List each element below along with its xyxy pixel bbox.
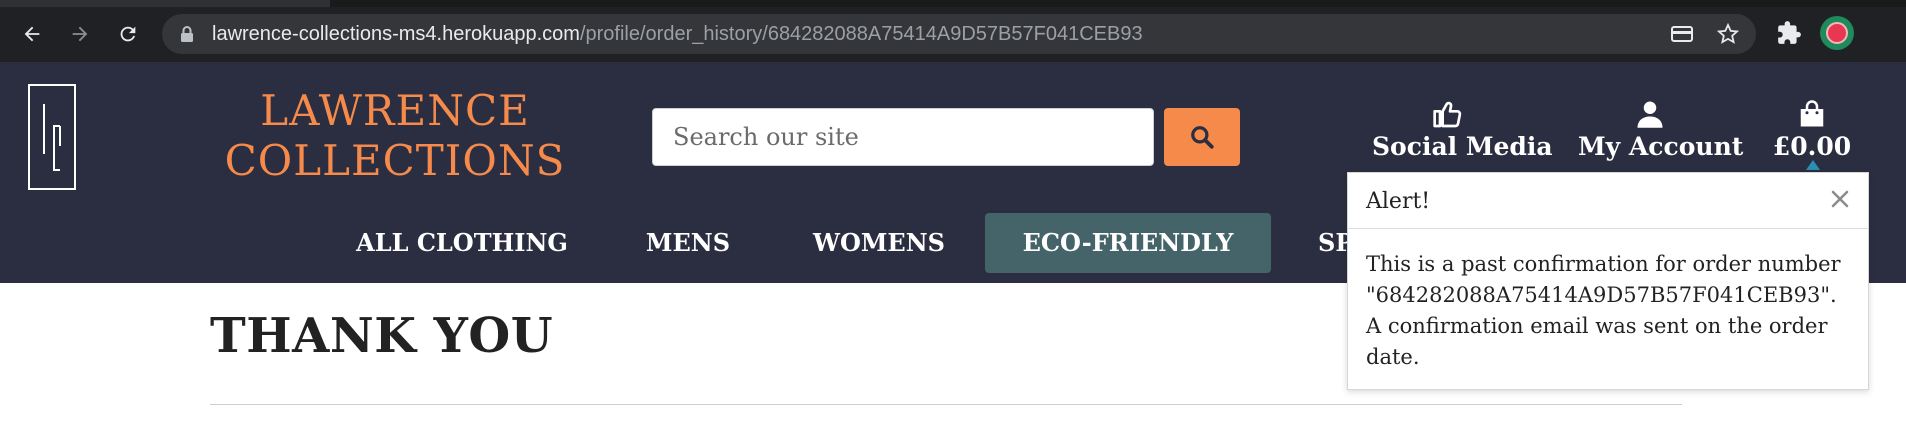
toast-title: Alert! (1366, 189, 1431, 214)
toast-message: This is a past confirmation for order nu… (1366, 252, 1841, 369)
url-host: lawrence-collections-ms4.herokuapp.com (212, 23, 580, 45)
toast-header: Alert! (1348, 173, 1868, 229)
browser-chrome: lawrence-collections-ms4.herokuapp.com/p… (0, 0, 1906, 62)
active-tab-edge (0, 0, 330, 7)
search-icon (1191, 126, 1214, 149)
my-account-link[interactable]: My Account (1578, 98, 1743, 161)
back-icon[interactable] (18, 20, 46, 48)
brand-line-1: LAWRENCE (260, 86, 530, 135)
brand-name[interactable]: LAWRENCE COLLECTIONS (190, 86, 600, 186)
url-text[interactable]: lawrence-collections-ms4.herokuapp.com/p… (212, 23, 1143, 46)
extensions-icon[interactable] (1776, 20, 1802, 46)
reload-icon[interactable] (114, 20, 142, 48)
close-icon[interactable] (1828, 187, 1852, 211)
brand-line-2: COLLECTIONS (224, 136, 566, 185)
page-title: THANK YOU (210, 308, 554, 364)
search-input[interactable] (652, 108, 1154, 166)
thumbs-up-icon (1433, 101, 1462, 128)
toast-arrow (1806, 160, 1820, 170)
nav-item-all-clothing[interactable]: ALL CLOTHING (352, 213, 572, 273)
forward-icon[interactable] (66, 20, 94, 48)
user-icon (1637, 101, 1663, 128)
url-path: /profile/order_history/684282088A75414A9… (579, 23, 1143, 45)
address-bar[interactable]: lawrence-collections-ms4.herokuapp.com/p… (162, 14, 1756, 54)
cart-link[interactable]: £0.00 (1770, 98, 1854, 161)
cart-total: £0.00 (1772, 132, 1852, 161)
nav-item-mens[interactable]: MENS (628, 213, 748, 273)
title-divider (210, 404, 1682, 405)
social-media-label: Social Media (1372, 132, 1553, 161)
nav-item-eco-friendly[interactable]: ECO-FRIENDLY (985, 213, 1271, 273)
nav-item-womens[interactable]: WOMENS (806, 213, 952, 273)
lock-icon (181, 26, 193, 42)
site-logo[interactable] (28, 84, 76, 190)
social-media-link[interactable]: Social Media (1372, 98, 1553, 161)
shopping-bag-icon (1800, 100, 1824, 127)
card-icon[interactable] (1670, 22, 1694, 46)
profile-avatar[interactable] (1820, 16, 1854, 50)
my-account-label: My Account (1578, 132, 1744, 161)
search-button[interactable] (1164, 108, 1240, 166)
star-icon[interactable] (1716, 22, 1740, 46)
alert-toast: Alert! This is a past confirmation for o… (1347, 172, 1869, 390)
